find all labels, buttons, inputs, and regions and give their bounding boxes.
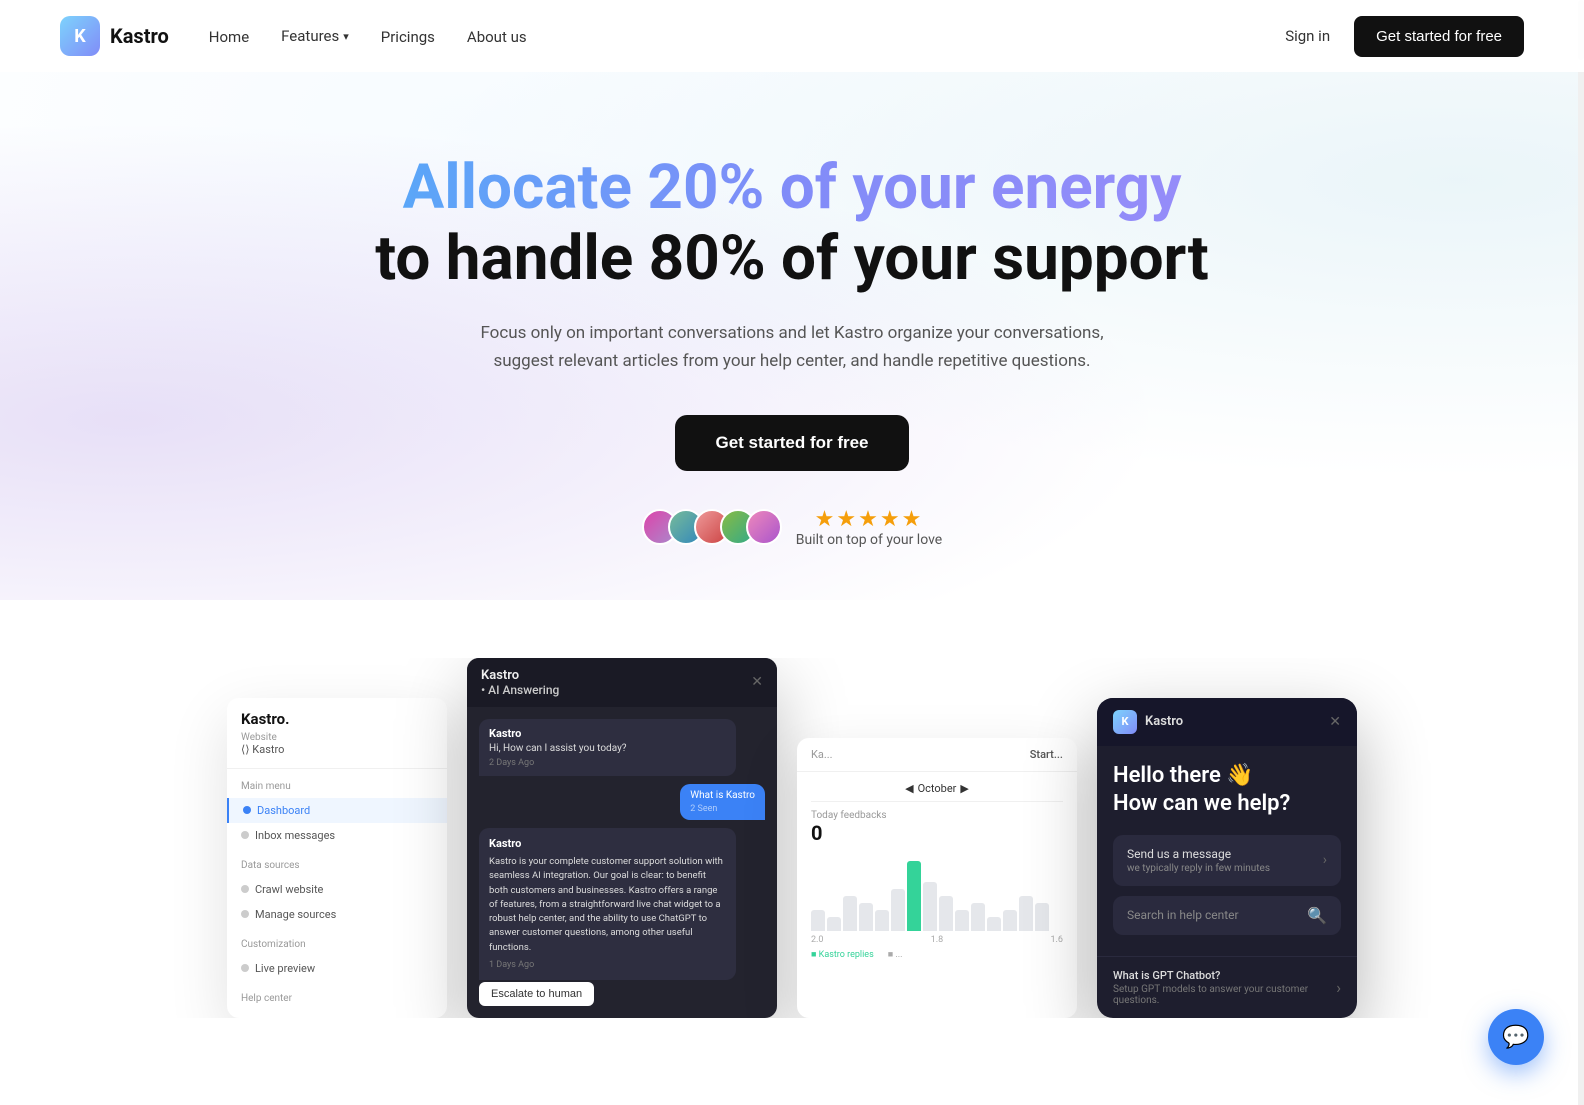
social-proof: ★★★★★ Built on top of your love: [60, 507, 1524, 548]
chat-header: Kastro • AI Answering ✕: [467, 658, 777, 707]
hero-cta: Get started for free: [675, 415, 908, 471]
widget-greeting: Hello there 👋How can we help?: [1113, 762, 1341, 819]
bot-greeting: Kastro Hi, How can I assist you today? 2…: [479, 719, 736, 776]
nav-item-home[interactable]: Home: [209, 27, 249, 46]
sidebar-item-sources[interactable]: Manage sources: [227, 902, 447, 927]
sidebar-section-help: Help center: [227, 987, 447, 1010]
bar-7: [923, 882, 937, 931]
bar-6: [907, 861, 921, 931]
avatar-group: [642, 509, 782, 545]
get-started-nav-button[interactable]: Get started for free: [1354, 16, 1524, 57]
bar-5: [891, 889, 905, 931]
bar-3: [859, 903, 873, 931]
bar-4: [875, 910, 889, 931]
analytics-date: ◀ October ▶: [811, 782, 1063, 802]
user-message: What is Kastro 2 Seen: [680, 784, 765, 820]
sidebar-section-main: Main menu: [227, 775, 447, 798]
chat-brand: Kastro: [481, 668, 559, 683]
widget-faq: What is GPT Chatbot? Setup GPT models to…: [1097, 956, 1357, 1018]
close-icon[interactable]: ✕: [751, 674, 763, 690]
bar-10: [971, 903, 985, 931]
analytics-window: Ka... Start... ◀ October ▶ Today feedbac…: [797, 738, 1077, 1018]
sidebar-brand: Kastro.: [241, 710, 433, 728]
bar-8: [939, 896, 953, 931]
nav-item-about[interactable]: About us: [467, 27, 527, 46]
widget-window: K Kastro ✕ Hello there 👋How can we help?…: [1097, 698, 1357, 1018]
sidebar-website-label: Website: [241, 732, 433, 743]
bar-9: [955, 910, 969, 931]
logo-icon: K: [60, 16, 100, 56]
sign-in-link[interactable]: Sign in: [1285, 27, 1330, 45]
cta-button[interactable]: Get started for free: [675, 415, 908, 471]
hero-headline-gradient: Allocate 20% of your energy: [60, 152, 1524, 223]
nav-right: Sign in Get started for free: [1285, 16, 1524, 57]
sidebar-item-helpcenter[interactable]: Help center: [227, 1010, 447, 1018]
hero-subtext: Focus only on important conversations an…: [472, 319, 1112, 375]
sidebar-dashboard-window: Kastro. Website ⟨⟩ Kastro Main menu Dash…: [227, 698, 447, 1018]
nav-links: Home Features ▾ Pricings About us: [209, 27, 527, 46]
search-icon: 🔍: [1307, 906, 1327, 925]
analytics-header: Ka... Start...: [797, 738, 1077, 772]
star-rating: ★★★★★: [796, 507, 942, 532]
chat-window: Kastro • AI Answering ✕ Kastro Hi, How c…: [467, 658, 777, 1018]
feedbacks-label: Today feedbacks: [811, 810, 1063, 821]
sidebar-item-preview[interactable]: Live preview: [227, 956, 447, 981]
analytics-body: ◀ October ▶ Today feedbacks 0 2.0 1.8 1.…: [797, 772, 1077, 970]
widget-close-icon[interactable]: ✕: [1329, 714, 1341, 730]
chat-messages: Kastro Hi, How can I assist you today? 2…: [467, 707, 777, 982]
nav-item-features[interactable]: Features ▾: [281, 27, 349, 45]
widget-search-option[interactable]: Search in help center 🔍: [1113, 896, 1341, 935]
bar-1: [827, 917, 841, 931]
hero-headline-dark: to handle 80% of your support: [60, 223, 1524, 294]
avatar: [746, 509, 782, 545]
bar-14: [1035, 903, 1049, 931]
chevron-right-icon: ›: [1336, 978, 1341, 997]
bar-12: [1003, 910, 1017, 931]
widget-logo: K: [1113, 710, 1137, 734]
escalate-button[interactable]: Escalate to human: [479, 982, 594, 1006]
bar-0: [811, 910, 825, 931]
bar-chart: [811, 851, 1063, 931]
sidebar-item-crawl[interactable]: Crawl website: [227, 877, 447, 902]
sidebar-section-data: Data sources: [227, 854, 447, 877]
bar-13: [1019, 896, 1033, 931]
logo-name: Kastro: [110, 24, 169, 48]
sidebar-item-inbox[interactable]: Inbox messages: [227, 823, 447, 848]
social-text: Built on top of your love: [796, 532, 942, 548]
sidebar-item-dashboard[interactable]: Dashboard: [227, 798, 447, 823]
chat-icon: 💬: [1502, 1025, 1529, 1050]
chevron-right-icon: ›: [1323, 852, 1327, 868]
floating-chat-button[interactable]: 💬: [1488, 1009, 1544, 1065]
chat-subtitle: • AI Answering: [481, 683, 559, 697]
bar-11: [987, 917, 1001, 931]
feedbacks-value: 0: [811, 821, 1063, 845]
widget-body: Hello there 👋How can we help? Send us a …: [1097, 746, 1357, 956]
hero-section: Allocate 20% of your energy to handle 80…: [0, 72, 1584, 608]
logo[interactable]: K Kastro: [60, 16, 169, 56]
sidebar-website-value: ⟨⟩ Kastro: [241, 743, 433, 756]
screenshots-section: Kastro. Website ⟨⟩ Kastro Main menu Dash…: [0, 658, 1584, 1018]
chevron-down-icon: ▾: [343, 30, 349, 43]
nav-item-pricings[interactable]: Pricings: [381, 27, 435, 46]
sidebar-section-custom: Customization: [227, 933, 447, 956]
widget-brand: K Kastro: [1113, 710, 1183, 734]
bar-2: [843, 896, 857, 931]
bot-response: Kastro Kastro is your complete customer …: [479, 828, 736, 981]
widget-message-option[interactable]: Send us a message we typically reply in …: [1113, 835, 1341, 886]
widget-header: K Kastro ✕: [1097, 698, 1357, 746]
navbar: K Kastro Home Features ▾ Pricings About …: [0, 0, 1584, 72]
